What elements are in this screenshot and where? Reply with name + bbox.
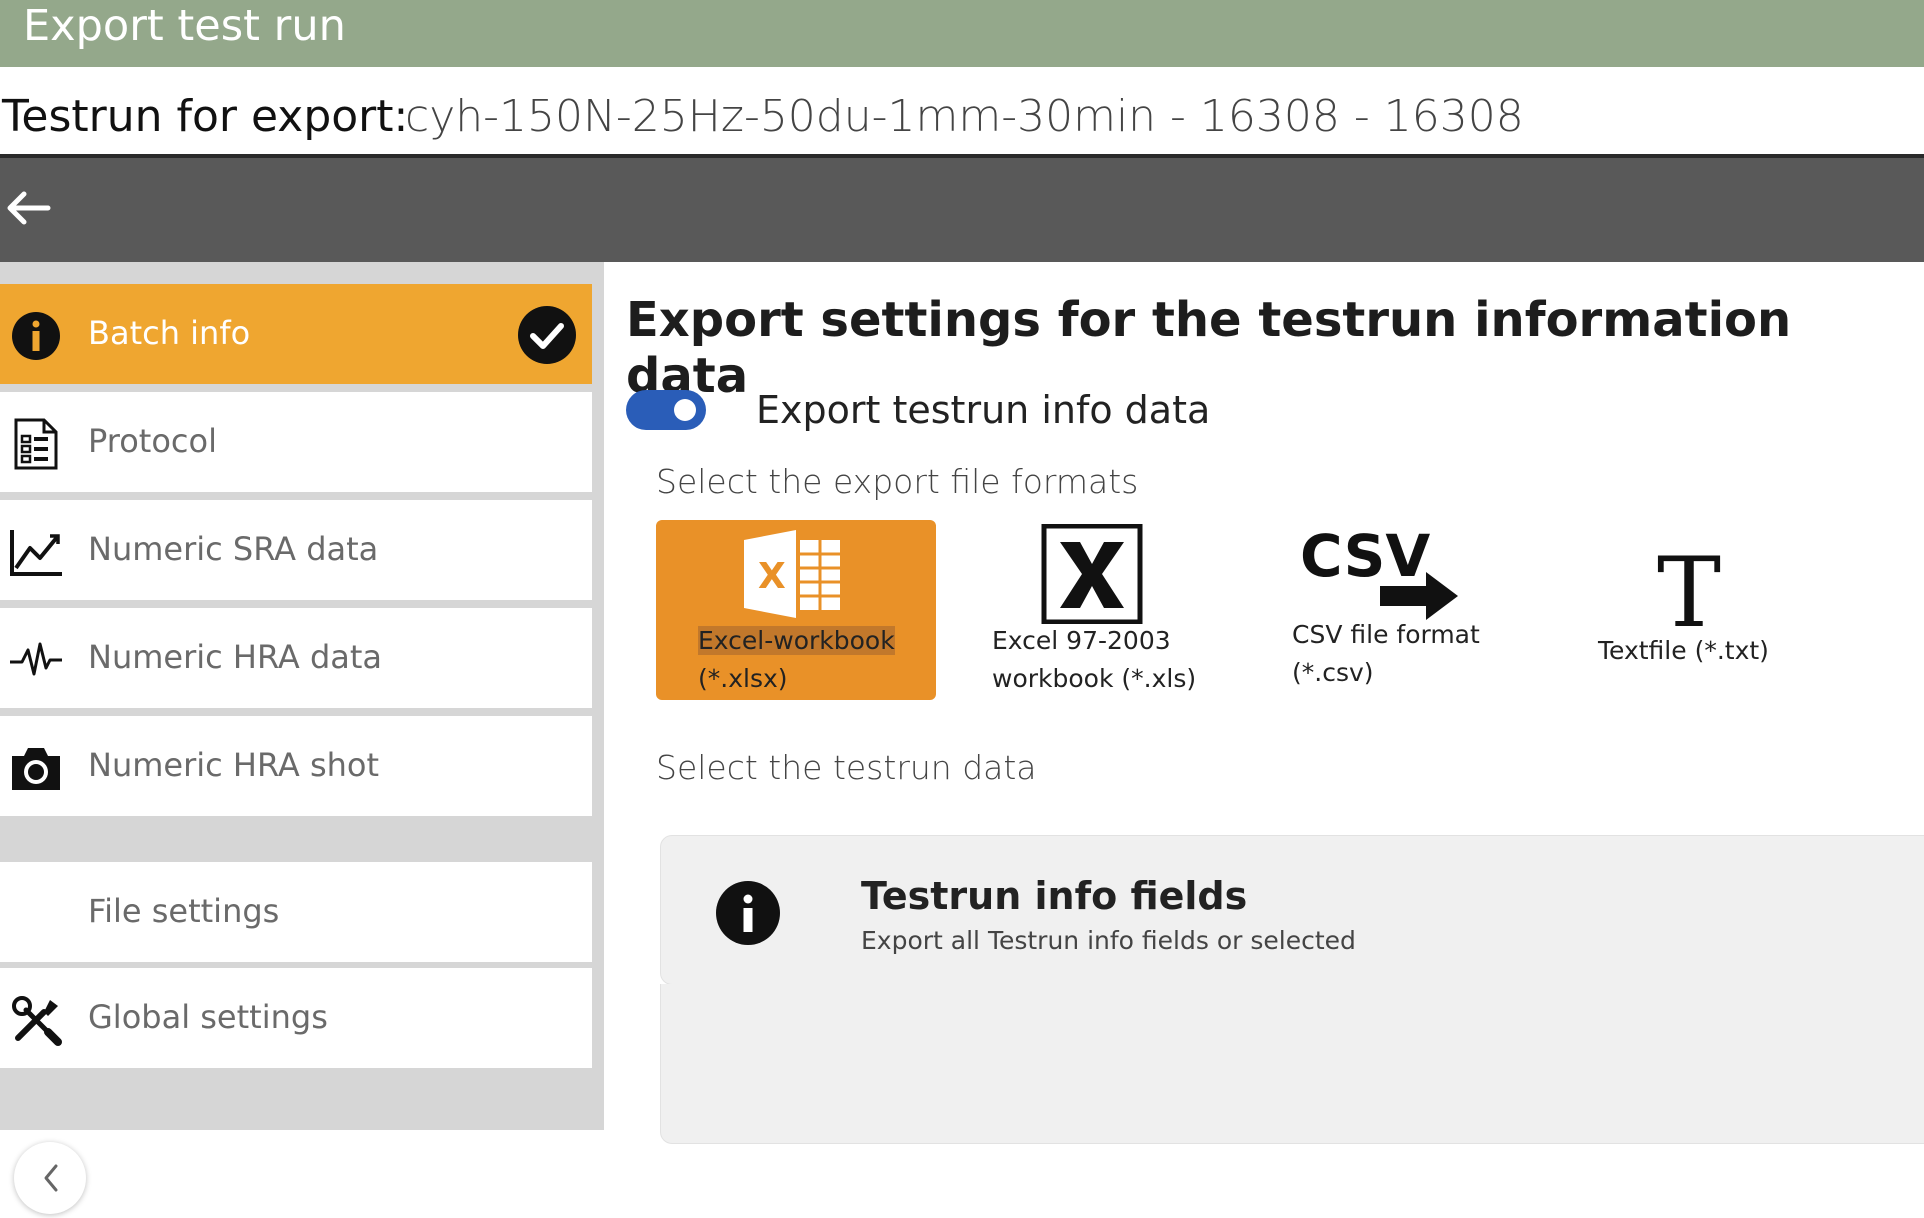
sidebar-item-label: Batch info xyxy=(88,314,251,352)
sidebar-item-numeric-hra-shot[interactable]: Numeric HRA shot xyxy=(0,716,592,816)
sidebar-item-label: Global settings xyxy=(88,998,328,1036)
sidebar-item-batch-info[interactable]: Batch info xyxy=(0,284,592,384)
sidebar-item-label: File settings xyxy=(88,892,280,930)
format-label-line2: workbook (*.xls) xyxy=(992,664,1197,693)
svg-text:T: T xyxy=(1657,544,1721,634)
pulse-icon xyxy=(10,642,62,676)
sidebar-item-file-settings[interactable]: File settings xyxy=(0,862,592,962)
format-option-csv[interactable]: CSV CSV file format (*.csv) xyxy=(1278,520,1528,700)
main-panel: Export settings for the testrun informat… xyxy=(604,262,1924,1144)
collapse-sidebar-button[interactable] xyxy=(14,1142,86,1214)
toggle-knob xyxy=(674,399,696,421)
checkmark-icon xyxy=(518,306,576,364)
chevron-left-icon xyxy=(44,1164,58,1192)
sidebar: Batch info Protocol Numeric SRA data Num… xyxy=(0,262,604,1214)
arrow-left-icon xyxy=(7,191,51,225)
format-option-txt[interactable]: T Textfile (*.txt) xyxy=(1580,520,1830,700)
svg-text:X: X xyxy=(758,556,786,597)
format-option-xls[interactable]: Excel 97-2003 workbook (*.xls) xyxy=(974,520,1224,700)
testrun-info-fields-card[interactable]: Testrun info fields Export all Testrun i… xyxy=(660,835,1924,985)
testrun-value: cyh-150N-25Hz-50du-1mm-30min - 16308 - 1… xyxy=(405,91,1524,142)
text-icon: T xyxy=(1657,544,1721,634)
testrun-data-label: Select the testrun data xyxy=(656,748,1037,787)
sidebar-item-protocol[interactable]: Protocol xyxy=(0,392,592,492)
camera-icon xyxy=(12,748,60,790)
testrun-row: Testrun for export: cyh-150N-25Hz-50du-1… xyxy=(0,67,1924,158)
format-label-line2: (*.csv) xyxy=(1292,658,1374,687)
excel-xls-icon xyxy=(1041,524,1143,624)
toggle-label: Export testrun info data xyxy=(756,388,1211,432)
format-label-line2: (*.xlsx) xyxy=(698,664,788,693)
tools-icon xyxy=(12,996,62,1046)
window-titlebar: Export test run xyxy=(0,0,1924,67)
sidebar-item-global-settings[interactable]: Global settings xyxy=(0,968,592,1068)
window-title: Export test run xyxy=(23,1,346,51)
navigation-bar xyxy=(0,158,1924,262)
sidebar-item-label: Numeric HRA data xyxy=(88,638,383,676)
protocol-icon xyxy=(14,418,58,470)
svg-text:CSV: CSV xyxy=(1300,524,1430,590)
sidebar-item-numeric-hra-data[interactable]: Numeric HRA data xyxy=(0,608,592,708)
format-label-line1: Excel-workbook xyxy=(698,626,895,655)
sidebar-item-label: Protocol xyxy=(88,422,217,460)
card-expanded-area xyxy=(660,984,1924,1144)
sidebar-item-label: Numeric SRA data xyxy=(88,530,379,568)
export-info-toggle[interactable] xyxy=(626,390,706,430)
testrun-label: Testrun for export: xyxy=(2,91,409,142)
format-label-line1: Textfile (*.txt) xyxy=(1598,636,1769,665)
csv-icon: CSV xyxy=(1300,524,1458,620)
back-button[interactable] xyxy=(0,178,60,238)
sidebar-item-numeric-sra-data[interactable]: Numeric SRA data xyxy=(0,500,592,600)
format-label-line1: CSV file format xyxy=(1292,620,1480,649)
info-icon xyxy=(716,881,780,945)
card-title: Testrun info fields xyxy=(861,874,1248,918)
card-subtitle: Export all Testrun info fields or select… xyxy=(861,926,1356,955)
format-option-xlsx[interactable]: X Excel-workbook (*.xlsx) xyxy=(656,520,936,700)
excel-xlsx-icon: X xyxy=(744,530,840,618)
line-chart-icon xyxy=(10,530,62,576)
format-label-line1: Excel 97-2003 xyxy=(992,626,1171,655)
info-icon xyxy=(12,312,60,360)
sidebar-item-label: Numeric HRA shot xyxy=(88,746,380,784)
formats-label: Select the export file formats xyxy=(656,462,1139,501)
